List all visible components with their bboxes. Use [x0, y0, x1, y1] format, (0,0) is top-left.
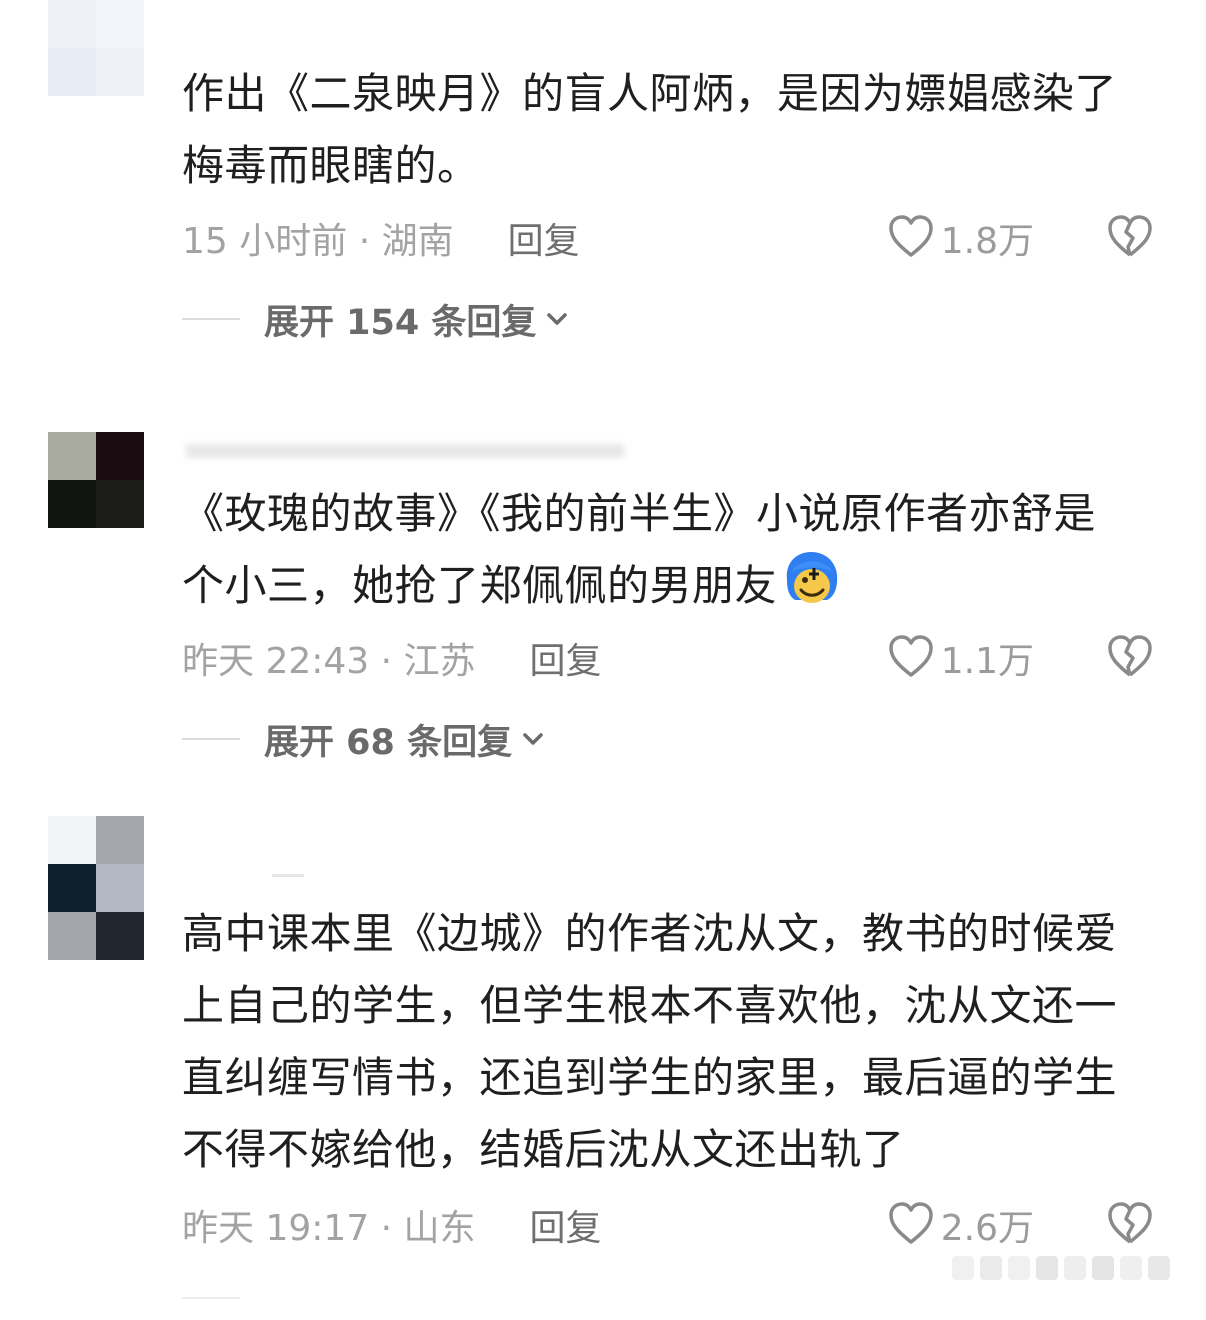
comment-text-line: 梅毒而眼瞎的。	[182, 141, 480, 190]
heart-outline-icon	[887, 1201, 935, 1249]
expand-replies-label: 展开 68 条回复	[264, 722, 513, 763]
comment-text-line: 上自己的学生，但学生根本不喜欢他，沈从文还一	[182, 981, 1118, 1030]
like-button[interactable]: 1.1万	[887, 634, 1034, 682]
chevron-down-icon	[520, 729, 546, 749]
dislike-button[interactable]	[1106, 634, 1154, 682]
comment-text: 作出《二泉映月》的盲人阿炳，是因为嫖娼感染了 梅毒而眼瞎的。	[182, 58, 1162, 202]
username-blur	[272, 874, 304, 877]
divider	[182, 738, 240, 740]
blushing-face-emoji	[781, 550, 838, 606]
comment-meta: 昨天 22:43 · 江苏 回复	[182, 636, 602, 682]
like-count: 1.8万	[940, 221, 1034, 262]
like-count: 2.6万	[940, 1208, 1034, 1249]
heart-outline-icon	[887, 634, 935, 682]
dislike-button[interactable]	[1106, 1201, 1154, 1249]
avatar[interactable]	[48, 0, 144, 96]
comment-text-line: 不得不嫁给他，结婚后沈从文还出轨了	[182, 1125, 905, 1174]
avatar[interactable]	[48, 432, 144, 528]
comment-meta: 15 小时前 · 湖南 回复	[182, 216, 580, 262]
comment-text-line: 直纠缠写情书，还追到学生的家里，最后逼的学生	[182, 1053, 1118, 1102]
divider	[182, 1297, 240, 1299]
watermark	[952, 1250, 1196, 1286]
reply-button[interactable]: 回复	[530, 632, 602, 684]
expand-replies-button[interactable]: 展开 154 条回复	[182, 297, 570, 343]
time-location: 昨天 19:17 · 山东	[182, 1208, 476, 1249]
time-location: 昨天 22:43 · 江苏	[182, 641, 476, 682]
comment-text-line: 作出《二泉映月》的盲人阿炳，是因为嫖娼感染了	[182, 69, 1118, 118]
like-button[interactable]: 2.6万	[887, 1201, 1034, 1249]
expand-replies-label: 展开 154 条回复	[264, 302, 537, 343]
like-button[interactable]: 1.8万	[887, 214, 1034, 262]
chevron-down-icon	[544, 309, 570, 329]
comment-text-line: 高中课本里《边城》的作者沈从文，教书的时候爱	[182, 909, 1118, 958]
dislike-button[interactable]	[1106, 214, 1154, 262]
comment-text: 《玫瑰的故事》《我的前半生》小说原作者亦舒是 个小三，她抢了郑佩佩的男朋友	[182, 478, 1162, 622]
time-location: 15 小时前 · 湖南	[182, 221, 454, 262]
avatar[interactable]	[48, 816, 144, 960]
comment-text-line: 《玫瑰的故事》《我的前半生》小说原作者亦舒是	[182, 489, 1097, 538]
divider	[182, 318, 240, 320]
like-count: 1.1万	[940, 641, 1034, 682]
comment-meta: 昨天 19:17 · 山东 回复	[182, 1203, 602, 1249]
comment-text: 高中课本里《边城》的作者沈从文，教书的时候爱 上自己的学生，但学生根本不喜欢他，…	[182, 898, 1162, 1186]
broken-heart-icon	[1106, 634, 1154, 682]
heart-outline-icon	[887, 214, 935, 262]
reply-button[interactable]: 回复	[508, 212, 580, 264]
username-blur	[186, 444, 624, 458]
expand-replies-button[interactable]: 展开 68 条回复	[182, 717, 546, 763]
broken-heart-icon	[1106, 1201, 1154, 1249]
reply-button[interactable]: 回复	[530, 1199, 602, 1251]
comment-text-line: 个小三，她抢了郑佩佩的男朋友	[182, 561, 778, 610]
broken-heart-icon	[1106, 214, 1154, 262]
expand-replies-button[interactable]	[182, 1276, 264, 1320]
